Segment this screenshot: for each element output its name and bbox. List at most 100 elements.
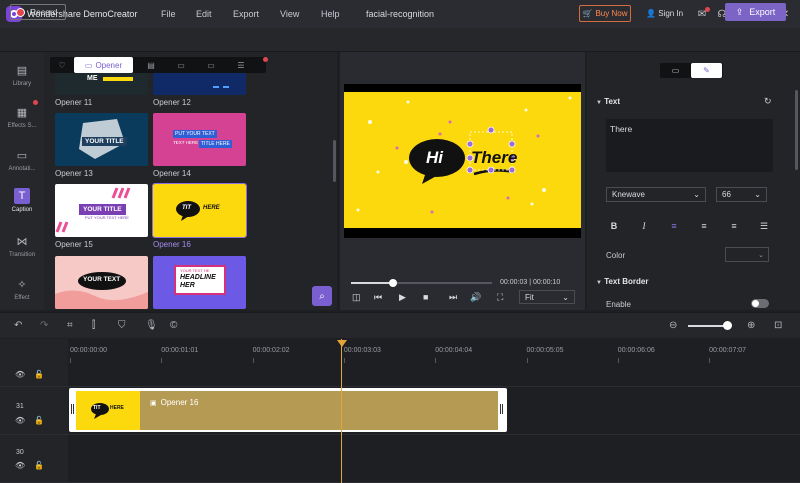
text-section-header[interactable]: ▼ Text	[596, 97, 620, 106]
tab-favorites[interactable]: ♡	[50, 57, 74, 73]
redo-icon[interactable]: ↷	[40, 320, 48, 331]
menu-file[interactable]: File	[161, 9, 176, 19]
zoom-select-value: Fit	[525, 292, 534, 302]
rail-library-label: Library	[12, 81, 32, 87]
thumb-opener-14-subtext: TEXT HERE	[173, 140, 199, 145]
ruler-tick	[617, 358, 619, 363]
chevron-down-icon: ⌄	[754, 190, 761, 199]
shield-icon[interactable]: ⛉	[118, 320, 126, 331]
thumb-opener-18-headline: HEADLINE	[180, 274, 216, 281]
menu-edit[interactable]: Edit	[196, 9, 212, 19]
stop-icon[interactable]: ■	[423, 292, 428, 302]
buy-now-button[interactable]: 🛒 Buy Now	[579, 5, 631, 22]
timeline-zoom-handle[interactable]	[723, 321, 732, 330]
zoom-in-icon[interactable]: ⊕	[747, 320, 755, 331]
rail-library[interactable]: ▤ Library	[0, 62, 44, 88]
clip-right-handle[interactable]	[500, 404, 503, 414]
thumb-opener-12[interactable]	[153, 73, 246, 95]
color-picker[interactable]: ⌄	[725, 247, 769, 262]
rail-transition[interactable]: ⋈ Transition	[0, 233, 44, 259]
preview-canvas[interactable]: Hi There	[344, 92, 581, 228]
volume-icon[interactable]: 🔊	[470, 292, 481, 303]
lock-icon[interactable]: 🔓	[34, 416, 44, 425]
clip-thumb-text-2: HERE	[110, 405, 124, 411]
tab-menu[interactable]: ☰	[229, 57, 253, 73]
enable-label: Enable	[606, 300, 631, 309]
rail-effects-sound[interactable]: ▦ Effects S...	[0, 100, 44, 129]
rail-annotation-label: Annotati...	[8, 166, 36, 172]
ruler-tick	[252, 358, 254, 363]
search-button[interactable]: ⌕	[312, 286, 332, 306]
menu-export[interactable]: Export	[233, 9, 259, 19]
eye-icon[interactable]: 👁	[15, 461, 25, 470]
heart-icon: ♡	[58, 60, 66, 70]
thumb-opener-17[interactable]: YOUR TEXT	[55, 256, 148, 309]
text-mode-button[interactable]: ✎	[691, 63, 722, 78]
cart-icon: 🛒	[582, 9, 593, 18]
playhead[interactable]	[341, 339, 342, 483]
playhead-handle[interactable]	[337, 340, 347, 347]
export-button[interactable]: ⇪ Export	[725, 3, 786, 21]
eye-icon[interactable]: 👁	[15, 416, 25, 425]
thumb-opener-11-text: ME	[87, 75, 98, 82]
tab-opener[interactable]: ▭ Opener	[74, 57, 133, 73]
zoom-select[interactable]: Fit ⌄	[519, 290, 575, 304]
copyright-icon[interactable]: ©	[170, 320, 177, 331]
microphone-icon[interactable]: 🎙	[145, 320, 158, 331]
main-toolbar	[0, 28, 800, 52]
bold-icon[interactable]: B	[607, 219, 621, 233]
crop-icon[interactable]: ⌗	[67, 320, 73, 331]
align-left-icon[interactable]: ≡	[667, 219, 681, 233]
thumb-opener-16-word1: TIT	[182, 205, 191, 211]
record-icon	[16, 7, 25, 17]
lock-icon[interactable]: 🔓	[34, 461, 44, 470]
split-icon[interactable]: ⫿	[92, 320, 95, 331]
font-select[interactable]: Knewave ⌄	[606, 187, 706, 202]
menu-help[interactable]: Help	[321, 9, 340, 19]
tab-subtitle[interactable]: ▭	[199, 57, 223, 73]
fit-timeline-icon[interactable]: ⊡	[774, 320, 782, 331]
step-back-icon[interactable]: ⏮	[374, 292, 382, 303]
reset-icon[interactable]: ↻	[764, 96, 772, 107]
lock-icon[interactable]: 🔓	[34, 370, 44, 379]
italic-icon[interactable]: I	[637, 219, 651, 233]
clip-label-text: Opener 16	[160, 398, 199, 407]
thumb-opener-13[interactable]: YOUR TITLE	[55, 113, 148, 166]
rail-effect[interactable]: ✧ Effect	[0, 276, 44, 302]
record-button[interactable]: Record	[10, 4, 66, 20]
tab-title[interactable]: ▤	[139, 57, 163, 73]
screenshot-icon[interactable]: ◫	[352, 292, 361, 303]
fullscreen-icon[interactable]: ⛶	[497, 292, 503, 303]
thumb-opener-18[interactable]: YOUR TEXT HE HEADLINE HER	[153, 256, 246, 309]
play-icon[interactable]: ▶	[399, 292, 406, 303]
text-border-toggle[interactable]	[751, 299, 769, 308]
zoom-out-icon[interactable]: ⊖	[669, 320, 677, 331]
align-center-icon[interactable]: ≡	[697, 219, 711, 233]
text-border-title: Text Border	[604, 277, 649, 286]
thumb-opener-15[interactable]: YOUR TITLE PUT YOUR TEXT HERE	[55, 184, 148, 237]
thumb-opener-16[interactable]: TIT HERE	[152, 183, 247, 238]
properties-scrollbar[interactable]	[795, 90, 798, 170]
rail-annotation[interactable]: ▭ Annotati...	[0, 147, 44, 173]
sign-in-button[interactable]: 👤 Sign In	[646, 9, 683, 18]
chevron-down-icon: ⌄	[562, 292, 569, 302]
preview-word-there[interactable]: There	[471, 148, 517, 168]
tab-lower-third[interactable]: ▭	[169, 57, 193, 73]
rail-caption[interactable]: T Caption	[0, 188, 44, 213]
clip-left-handle[interactable]	[71, 404, 74, 414]
menu-view[interactable]: View	[280, 9, 299, 19]
video-mode-button[interactable]: ▭	[660, 63, 691, 78]
text-border-section-header[interactable]: ▼ Text Border	[596, 277, 649, 286]
font-size-select[interactable]: 66 ⌄	[716, 187, 767, 202]
text-input[interactable]: There	[606, 119, 773, 172]
align-right-icon[interactable]: ≡	[727, 219, 741, 233]
undo-icon[interactable]: ↶	[14, 320, 22, 331]
ruler-label: 00:00:04:04	[435, 347, 473, 354]
thumb-opener-11[interactable]: ME	[55, 73, 148, 95]
library-scrollbar[interactable]	[333, 140, 336, 182]
align-justify-icon[interactable]: ☰	[757, 219, 771, 233]
eye-icon[interactable]: 👁	[15, 370, 25, 379]
mail-icon[interactable]: ✉	[695, 7, 710, 21]
step-forward-icon[interactable]: ⏭	[449, 292, 457, 303]
thumb-opener-14[interactable]: PUT YOUR TEXT TEXT HERE TITLE HERE	[153, 113, 246, 166]
